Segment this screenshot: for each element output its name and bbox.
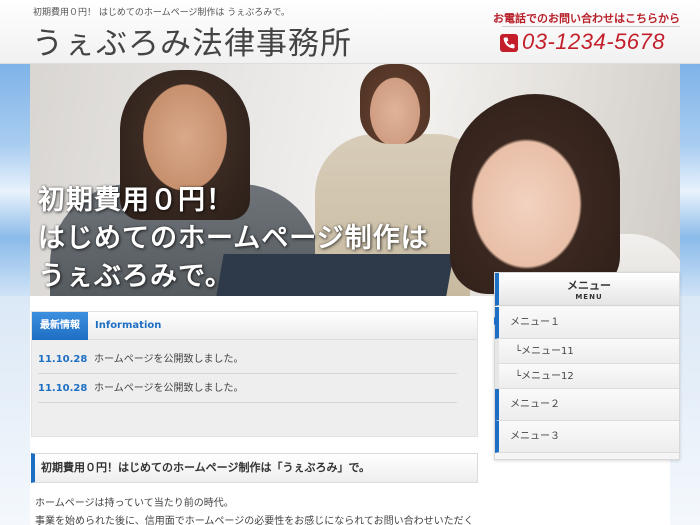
phone-number[interactable]: 03-1234-5678 (522, 29, 665, 55)
menu-item-label: └メニュー12 (515, 371, 574, 382)
news-box: 最新情報 Information 11.10.28 ホームページを公開致しました… (31, 311, 478, 437)
menu-item-3[interactable]: メニュー３ (495, 421, 679, 453)
menu-item-label: └メニュー11 (515, 346, 574, 357)
hero-banner: 初期費用０円！ はじめてのホームページ制作は うぇぶろみで。 (30, 64, 680, 296)
hero-photo-person (360, 64, 430, 144)
intro-heading: 初期費用０円！はじめてのホームページ制作は「うぇぶろみ」で。 (31, 453, 478, 483)
menu-items: メニュー１ └メニュー11 └メニュー12 メニュー２ メニュー３ (494, 307, 679, 453)
menu-item-label: メニュー２ (510, 399, 560, 410)
news-list: 11.10.28 ホームページを公開致しました。 11.10.28 ホームページ… (32, 345, 477, 403)
hero-line: はじめてのホームページ制作は (38, 223, 429, 254)
news-date: 11.10.28 (38, 354, 88, 365)
menu-header: メニュー MENU (495, 273, 679, 306)
page-background-left (0, 296, 30, 525)
side-menu: メニュー MENU メニュー１ └メニュー11 └メニュー12 メニュー２ メニ… (494, 272, 680, 460)
site-title[interactable]: うぇぶろみ法律事務所 (32, 18, 352, 63)
news-header: 最新情報 Information (32, 312, 477, 340)
news-text: ホームページを公開致しました。 (94, 354, 244, 365)
menu-item-label: メニュー３ (510, 431, 560, 442)
news-badge: 最新情報 (32, 312, 88, 340)
menu-item-11[interactable]: └メニュー11 (495, 339, 679, 364)
tagline: 初期費用０円！ はじめてのホームページ制作は うぇぶろみで。 (33, 8, 290, 18)
phone-icon (500, 34, 518, 52)
news-item[interactable]: 11.10.28 ホームページを公開致しました。 (38, 374, 457, 403)
news-item[interactable]: 11.10.28 ホームページを公開致しました。 (38, 345, 457, 374)
news-date: 11.10.28 (38, 383, 88, 394)
site-header: 初期費用０円！ はじめてのホームページ制作は うぇぶろみで。 うぇぶろみ法律事務… (0, 0, 700, 64)
hero-photo-person (450, 94, 620, 294)
hero-line: 初期費用０円！ (38, 185, 234, 216)
menu-item-12[interactable]: └メニュー12 (495, 364, 679, 389)
hero-line: うぇぶろみで。 (38, 261, 233, 292)
menu-subtitle: MENU (575, 293, 603, 301)
menu-item-2[interactable]: メニュー２ (495, 389, 679, 421)
news-label: Information (95, 320, 162, 331)
contact-divider (502, 26, 680, 27)
intro-paragraph: 事業を始められた後に、信用面でホームページの必要性をお感じになられてお問い合わせ… (35, 516, 474, 525)
menu-item-1[interactable]: メニュー１ (494, 307, 679, 339)
contact-label: お電話でのお問い合わせはこちらから (493, 12, 680, 25)
news-text: ホームページを公開致しました。 (94, 383, 244, 394)
hero-headline: 初期費用０円！ はじめてのホームページ制作は うぇぶろみで。 (38, 182, 429, 296)
menu-title: メニュー (567, 279, 611, 292)
chevron-right-icon (494, 317, 499, 325)
intro-paragraph: ホームページは持っていて当たり前の時代。 (35, 498, 234, 509)
sky-background-left (0, 64, 30, 296)
menu-item-label: メニュー１ (510, 317, 560, 328)
